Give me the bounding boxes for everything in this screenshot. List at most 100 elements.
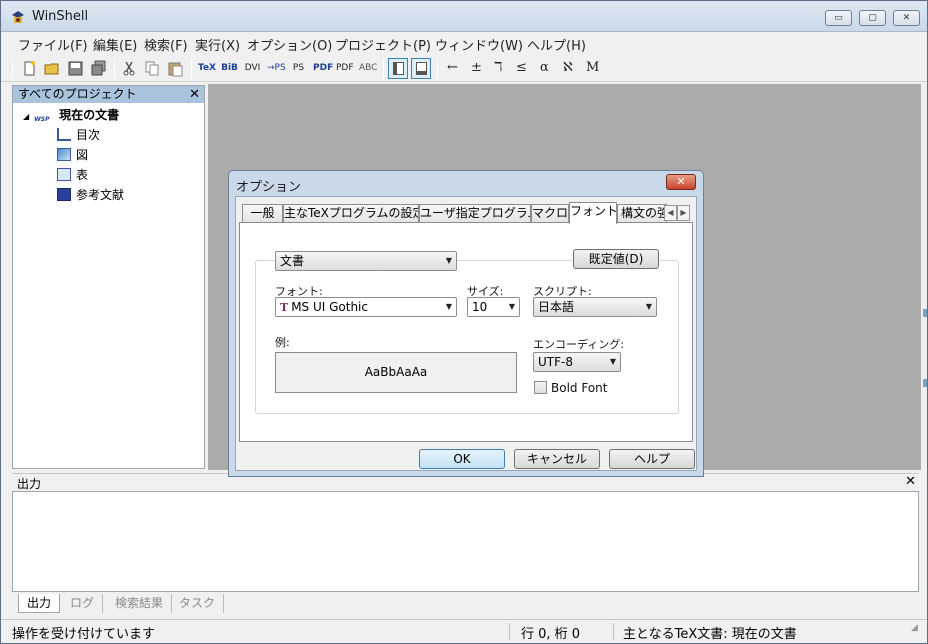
bold-font-checkbox[interactable] — [534, 381, 547, 394]
insert-aleph-button[interactable]: ℵ — [563, 60, 573, 75]
menu-options[interactable]: オプション(O) — [247, 35, 332, 54]
tree-item-table[interactable]: 表 — [57, 167, 88, 183]
tab-user-programs[interactable]: ユーザ指定プログラム — [419, 204, 531, 223]
output-tabs: 出力 ログ 検索結果 タスク — [12, 593, 919, 615]
menu-search[interactable]: 検索(F) — [144, 35, 188, 54]
tab-tasks[interactable]: タスク — [171, 594, 225, 613]
project-panel-header: すべてのプロジェクト ✕ — [13, 86, 204, 103]
toolbar-separator — [383, 59, 384, 79]
new-file-icon[interactable] — [21, 60, 38, 77]
table-icon — [57, 168, 71, 181]
bold-font-label: Bold Font — [551, 381, 608, 395]
tab-font[interactable]: フォント — [569, 202, 617, 224]
cancel-button[interactable]: キャンセル — [514, 449, 600, 469]
resize-grip-icon[interactable]: ◢ — [911, 623, 918, 633]
truetype-font-icon: T — [280, 301, 289, 314]
menu-window[interactable]: ウィンドウ(W) — [435, 35, 523, 54]
tab-macros[interactable]: マクロ — [531, 204, 569, 223]
insert-daleth-button[interactable]: ℸ — [494, 60, 502, 75]
toggle-output-panel-button[interactable] — [411, 58, 431, 79]
insert-arrow-button[interactable]: ← — [447, 60, 458, 75]
tree-item-bibliography[interactable]: 参考文献 — [57, 187, 124, 203]
font-sample-preview: AaBbAaAa — [275, 352, 517, 393]
close-window-button[interactable]: ✕ — [893, 10, 920, 26]
winshell-window: WinShell ▭ ▢ ✕ ファイル(F) 編集(E) 検索(F) 実行(X)… — [0, 0, 928, 644]
output-text-area[interactable] — [12, 491, 919, 592]
bib-icon[interactable]: BiB — [221, 60, 238, 77]
project-icon: WSP — [34, 116, 50, 123]
tab-general[interactable]: 一般 — [242, 204, 283, 223]
font-select-value: MS UI Gothic — [291, 300, 368, 314]
toolbar-grip — [12, 59, 13, 79]
target-select-value: 文書 — [280, 254, 305, 268]
tab-tex-programs[interactable]: 主なTeXプログラムの設定 — [283, 204, 419, 223]
status-divider — [509, 623, 510, 640]
script-select-value: 日本語 — [538, 300, 575, 314]
copy-icon[interactable] — [144, 60, 161, 77]
tab-scroll-arrows: ◀ ▶ — [664, 204, 690, 221]
chevron-down-icon: ▼ — [645, 302, 652, 311]
dialog-client-area: 一般 主なTeXプログラムの設定 ユーザ指定プログラム マクロ フォント 構文の… — [235, 196, 697, 471]
insert-leq-button[interactable]: ≤ — [516, 60, 527, 75]
toolbar-separator — [114, 59, 115, 79]
defaults-button[interactable]: 既定値(D) — [573, 249, 659, 269]
tree-item-toc[interactable]: 目次 — [57, 127, 100, 143]
help-button[interactable]: ヘルプ — [609, 449, 695, 469]
ok-button[interactable]: OK — [419, 449, 505, 469]
maximize-button[interactable]: ▢ — [859, 10, 886, 26]
collapse-triangle-icon[interactable]: ◢ — [23, 112, 29, 121]
save-icon[interactable] — [67, 60, 84, 77]
project-panel: すべてのプロジェクト ✕ ◢ WSP 現在の文書 目次 図 表 参考文献 — [12, 85, 205, 469]
tab-log[interactable]: ログ — [62, 594, 104, 613]
minimize-button[interactable]: ▭ — [825, 10, 852, 26]
chevron-right-icon[interactable]: ▶ — [677, 205, 690, 221]
title-bar[interactable]: WinShell ▭ ▢ ✕ — [1, 1, 927, 32]
close-icon: ✕ — [676, 175, 686, 188]
ps-icon[interactable]: PS — [290, 60, 307, 77]
insert-alpha-button[interactable]: α — [540, 60, 549, 75]
script-select[interactable]: 日本語 ▼ — [533, 297, 657, 317]
chevron-down-icon: ▼ — [508, 302, 515, 311]
menu-edit[interactable]: 編集(E) — [93, 35, 137, 54]
tree-item-figure[interactable]: 図 — [57, 147, 88, 163]
font-select[interactable]: T MS UI Gothic ▼ — [275, 297, 457, 317]
encoding-select-value: UTF-8 — [538, 355, 573, 369]
insert-m-button[interactable]: M — [586, 60, 599, 75]
size-select-value: 10 — [472, 300, 488, 314]
pdf-icon[interactable]: PDF — [313, 60, 333, 77]
minimize-icon: ▭ — [834, 13, 843, 23]
spell-check-icon[interactable]: ABC — [359, 60, 377, 77]
font-tab-page: 文書 ▼ 既定値(D) フォント: T MS UI Gothic ▼ サイズ: 1… — [239, 222, 693, 442]
menu-help[interactable]: ヘルプ(H) — [527, 35, 586, 54]
paste-icon[interactable] — [167, 60, 184, 77]
tab-search-results[interactable]: 検索結果 — [107, 594, 173, 613]
menu-file[interactable]: ファイル(F) — [18, 35, 88, 54]
cut-icon[interactable] — [121, 60, 138, 77]
output-panel-title: 出力 — [17, 477, 42, 491]
size-select[interactable]: 10 ▼ — [467, 297, 520, 317]
maximize-icon: ▢ — [868, 13, 877, 23]
close-icon[interactable]: ✕ — [189, 86, 200, 103]
tree-item-root[interactable]: ◢ WSP 現在の文書 — [23, 107, 119, 123]
menu-run[interactable]: 実行(X) — [195, 35, 240, 54]
insert-plusminus-button[interactable]: ± — [471, 60, 482, 75]
tab-syntax-highlight[interactable]: 構文の強 — [617, 204, 667, 223]
status-message: 操作を受け付けています — [12, 627, 156, 642]
cursor-position: 行 0, 桁 0 — [521, 627, 581, 642]
panel-bottom-icon — [416, 62, 427, 75]
menu-project[interactable]: プロジェクト(P) — [335, 35, 431, 54]
dvi-icon[interactable]: DVI — [244, 60, 261, 77]
dvi-to-ps-icon[interactable]: →PS — [267, 60, 286, 77]
toggle-project-panel-button[interactable] — [388, 58, 408, 79]
close-icon[interactable]: ✕ — [905, 474, 916, 489]
chevron-left-icon[interactable]: ◀ — [664, 205, 677, 221]
menu-bar: ファイル(F) 編集(E) 検索(F) 実行(X) オプション(O) プロジェク… — [1, 32, 927, 54]
target-select[interactable]: 文書 ▼ — [275, 251, 457, 271]
pdf-view-icon[interactable]: PDF — [336, 60, 354, 77]
open-folder-icon[interactable] — [44, 60, 61, 77]
tex-icon[interactable]: TeX — [198, 60, 216, 77]
save-all-icon[interactable] — [90, 60, 107, 77]
dialog-close-button[interactable]: ✕ — [666, 174, 696, 190]
tab-output[interactable]: 出力 — [18, 594, 61, 613]
encoding-select[interactable]: UTF-8 ▼ — [533, 352, 621, 372]
